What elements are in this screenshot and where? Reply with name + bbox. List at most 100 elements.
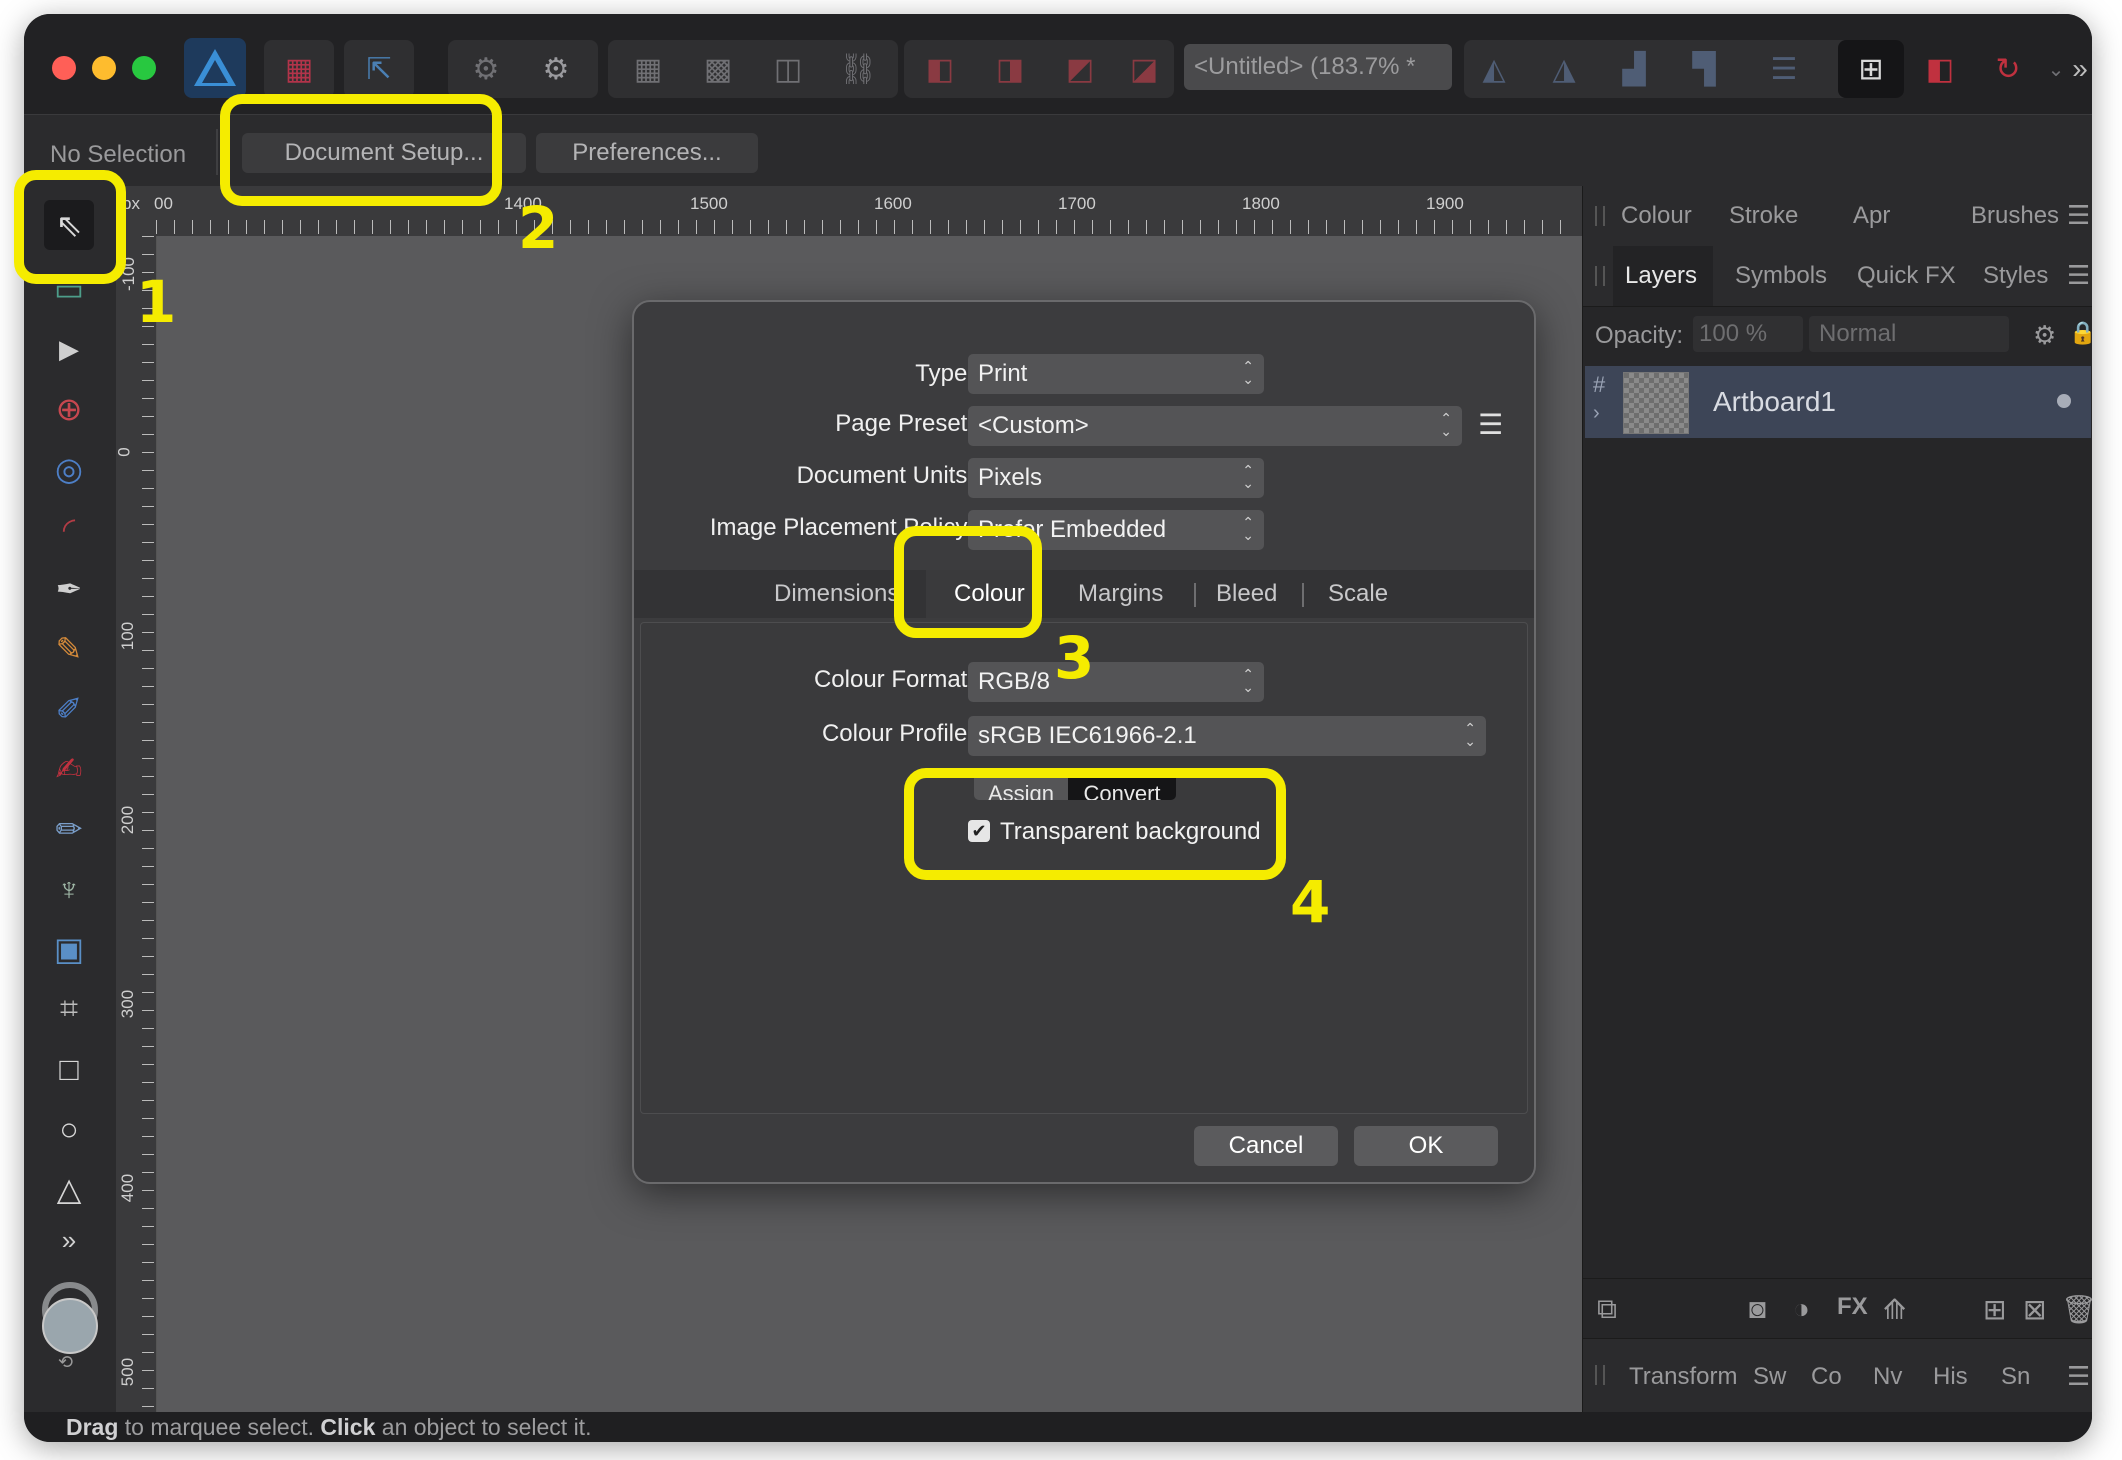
intersect-boolean-icon[interactable]: ◩	[1060, 49, 1100, 89]
trash-icon[interactable]: 🗑	[2061, 1293, 2092, 1326]
corner-tool-icon[interactable]: ◜	[44, 504, 94, 554]
grid-icon[interactable]: ▩	[698, 49, 738, 89]
ellipse-tool-icon[interactable]: ○	[44, 1104, 94, 1154]
snapping-gear-icon[interactable]: ⚙	[536, 49, 576, 89]
isolate-icon[interactable]: ◫	[768, 49, 808, 89]
tab-brushes[interactable]: Brushes	[1971, 202, 2059, 230]
fill-tool-icon[interactable]: ♆	[44, 864, 94, 914]
add-pixel-layer-icon[interactable]: ⊞	[1983, 1293, 2006, 1326]
panel-menu-icon[interactable]: ☰	[2067, 200, 2090, 231]
drag-handle-icon[interactable]	[1595, 266, 1605, 286]
colour-format-select[interactable]: RGB/8 ⌃ ⌄	[968, 662, 1264, 702]
subtract-boolean-icon[interactable]: ◨	[990, 49, 1030, 89]
crop-tool-icon[interactable]: ⌗	[44, 984, 94, 1034]
tab-appearance[interactable]: Apr	[1853, 202, 1890, 230]
tab-snapshots[interactable]: Sn	[2001, 1363, 2030, 1391]
status-click-text: an object to select it.	[375, 1414, 592, 1440]
ok-button[interactable]: OK	[1354, 1126, 1498, 1166]
tab-bleed[interactable]: Bleed	[1216, 580, 1277, 608]
colour-profile-select[interactable]: sRGB IEC61966-2.1 ⌃ ⌄	[968, 716, 1486, 756]
stepper-icon: ⌃ ⌄	[1464, 720, 1476, 749]
triangle-tool-icon[interactable]: △	[44, 1164, 94, 1214]
flip-vertical-icon[interactable]: ◮	[1544, 49, 1584, 89]
rotate-left-icon[interactable]: ▟	[1614, 49, 1654, 89]
place-image-tool-icon[interactable]: ▣	[44, 924, 94, 974]
align-icon[interactable]: ☰	[1764, 49, 1804, 89]
add-group-icon[interactable]: ⊠	[2023, 1293, 2046, 1326]
tab-layers[interactable]: Layers	[1625, 262, 1697, 290]
rotate-right-icon[interactable]: ▜	[1684, 49, 1724, 89]
contour-tool-icon[interactable]: ◎	[44, 444, 94, 494]
select-grid-icon[interactable]: ▦	[628, 49, 668, 89]
layer-settings-icon[interactable]: ⚙	[2033, 320, 2056, 351]
document-units-select[interactable]: Pixels ⌃ ⌄	[968, 458, 1264, 498]
expand-chevron-icon[interactable]: ›	[1593, 402, 1600, 425]
pixel-brush-tool-icon[interactable]: ✏	[44, 804, 94, 854]
ruler-ticks	[142, 236, 154, 1412]
tab-margins[interactable]: Margins	[1078, 580, 1163, 608]
tab-constraints[interactable]: Co	[1811, 1363, 1842, 1391]
pixel-persona-icon[interactable]: ▦	[279, 49, 319, 89]
paint-brush-tool-icon[interactable]: ✍	[44, 744, 94, 794]
tab-navigator[interactable]: Nv	[1873, 1363, 1902, 1391]
page-preset-select[interactable]: <Custom> ⌃ ⌄	[968, 406, 1462, 446]
highlight-document-setup	[220, 94, 502, 206]
preset-menu-icon[interactable]: ☰	[1478, 408, 1503, 441]
add-boolean-icon[interactable]: ◧	[920, 49, 960, 89]
gear-icon[interactable]: ⚙	[466, 49, 506, 89]
pen-tool-icon[interactable]: ✒	[44, 564, 94, 614]
cancel-button[interactable]: Cancel	[1194, 1126, 1338, 1166]
document-title-tab[interactable]: <Untitled> (183.7% *	[1184, 44, 1452, 90]
drag-handle-icon[interactable]	[1595, 1365, 1605, 1385]
node-tool-icon[interactable]: ▶	[44, 324, 94, 374]
toolbar-overflow-icon[interactable]: »	[2060, 49, 2092, 89]
layer-row-artboard1[interactable]: # › Artboard1	[1585, 366, 2091, 438]
tab-swatches[interactable]: Sw	[1753, 1363, 1786, 1391]
preferences-button[interactable]: Preferences...	[536, 133, 758, 173]
zoom-window-button[interactable]	[132, 56, 156, 80]
tab-scale[interactable]: Scale	[1328, 580, 1388, 608]
type-label: Type:	[915, 360, 974, 387]
close-window-button[interactable]	[52, 56, 76, 80]
visibility-dot-icon[interactable]	[2057, 394, 2071, 408]
lock-icon[interactable]: 🔒	[2069, 320, 2092, 346]
export-persona-icon[interactable]: ⇱	[359, 49, 399, 89]
point-transform-tool-icon[interactable]: ⊕	[44, 384, 94, 434]
tab-dimensions[interactable]: Dimensions	[774, 580, 899, 608]
link-icon[interactable]: ⛓	[838, 49, 878, 89]
fill-colour-swatch[interactable]	[42, 1298, 98, 1354]
magnet-icon[interactable]: ↻	[1988, 49, 2028, 89]
tab-stroke[interactable]: Stroke	[1729, 202, 1798, 230]
minimize-window-button[interactable]	[92, 56, 116, 80]
type-select[interactable]: Print ⌃ ⌄	[968, 354, 1264, 394]
assistant-icon[interactable]: ◧	[1920, 49, 1960, 89]
tab-colour[interactable]: Colour	[1621, 202, 1692, 230]
persona-group: ▦	[264, 40, 334, 98]
drag-handle-icon[interactable]	[1595, 206, 1605, 226]
fx-icon[interactable]: FX	[1837, 1293, 1868, 1321]
tab-symbols[interactable]: Symbols	[1735, 262, 1827, 290]
adjustment-icon[interactable]: ◑	[1793, 1293, 1810, 1325]
panel-menu-icon[interactable]: ☰	[2067, 1361, 2090, 1392]
stepper-icon: ⌃ ⌄	[1440, 410, 1452, 439]
snapping-icon[interactable]: ⊞	[1851, 49, 1891, 89]
opacity-field[interactable]: 100 %	[1693, 316, 1803, 352]
blend-mode-select[interactable]: Normal	[1809, 316, 2009, 352]
colour-panel-header: Colour Stroke Apr Brushes ☰	[1583, 186, 2092, 247]
document-units-label: Document Units:	[796, 462, 974, 489]
vector-brush-tool-icon[interactable]: ✐	[44, 684, 94, 734]
flip-horizontal-icon[interactable]: ◭	[1474, 49, 1514, 89]
tab-history[interactable]: His	[1933, 1363, 1968, 1391]
live-filter-icon[interactable]: ⟰	[1883, 1293, 1906, 1326]
tab-quick-fx[interactable]: Quick FX	[1857, 262, 1956, 290]
mask-icon[interactable]: ◙	[1749, 1293, 1766, 1325]
more-tools-icon[interactable]: »	[44, 1220, 94, 1260]
divide-boolean-icon[interactable]: ◪	[1124, 49, 1164, 89]
layer-stack-icon[interactable]: ⧉	[1597, 1293, 1617, 1326]
swap-colours-icon[interactable]: ⟲	[58, 1352, 73, 1373]
panel-menu-icon[interactable]: ☰	[2067, 260, 2090, 291]
rectangle-tool-icon[interactable]: □	[44, 1044, 94, 1094]
pencil-tool-icon[interactable]: ✎	[44, 624, 94, 674]
tab-transform[interactable]: Transform	[1629, 1363, 1737, 1391]
tab-styles[interactable]: Styles	[1983, 262, 2048, 290]
